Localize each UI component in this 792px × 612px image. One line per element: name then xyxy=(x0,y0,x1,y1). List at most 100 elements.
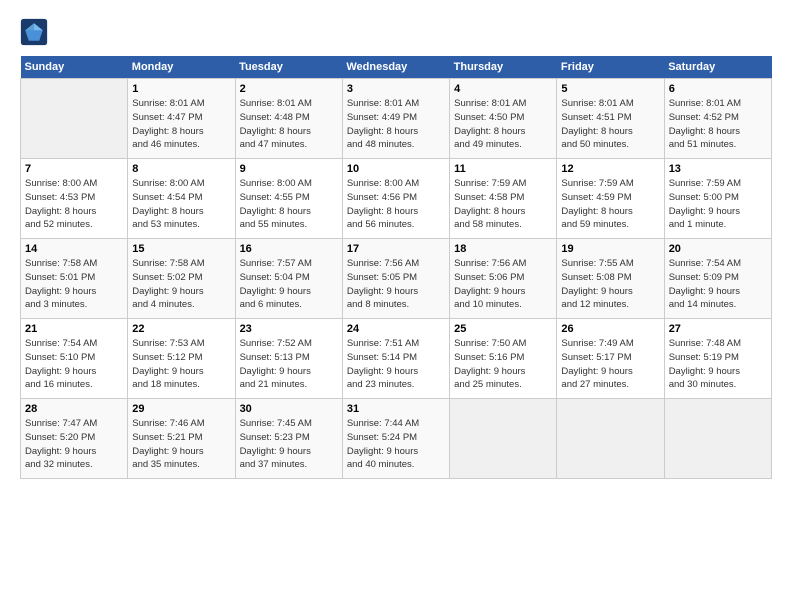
calendar-cell: 4 Sunrise: 8:01 AMSunset: 4:50 PMDaylight… xyxy=(450,79,557,159)
day-info: Sunrise: 8:01 AMSunset: 4:48 PMDaylight:… xyxy=(240,97,338,152)
calendar-cell: 27 Sunrise: 7:48 AMSunset: 5:19 PMDayligh… xyxy=(664,319,771,399)
day-number: 23 xyxy=(240,323,338,335)
day-number: 3 xyxy=(347,83,445,95)
day-number: 5 xyxy=(561,83,659,95)
day-info: Sunrise: 7:47 AMSunset: 5:20 PMDaylight:… xyxy=(25,417,123,472)
day-info: Sunrise: 7:58 AMSunset: 5:01 PMDaylight:… xyxy=(25,257,123,312)
calendar-body: 1 Sunrise: 8:01 AMSunset: 4:47 PMDaylight… xyxy=(21,79,772,479)
day-info: Sunrise: 7:54 AMSunset: 5:09 PMDaylight:… xyxy=(669,257,767,312)
calendar-cell: 28Sunrise: 7:47 AMSunset: 5:20 PMDayligh… xyxy=(21,399,128,479)
day-info: Sunrise: 7:59 AMSunset: 4:59 PMDaylight:… xyxy=(561,177,659,232)
day-info: Sunrise: 7:48 AMSunset: 5:19 PMDaylight:… xyxy=(669,337,767,392)
calendar-cell: 3 Sunrise: 8:01 AMSunset: 4:49 PMDaylight… xyxy=(342,79,449,159)
calendar-cell: 22 Sunrise: 7:53 AMSunset: 5:12 PMDayligh… xyxy=(128,319,235,399)
calendar-cell: 15 Sunrise: 7:58 AMSunset: 5:02 PMDayligh… xyxy=(128,239,235,319)
day-info: Sunrise: 7:50 AMSunset: 5:16 PMDaylight:… xyxy=(454,337,552,392)
day-info: Sunrise: 7:55 AMSunset: 5:08 PMDaylight:… xyxy=(561,257,659,312)
day-info: Sunrise: 8:00 AMSunset: 4:56 PMDaylight:… xyxy=(347,177,445,232)
calendar-week-row: 1 Sunrise: 8:01 AMSunset: 4:47 PMDaylight… xyxy=(21,79,772,159)
calendar-cell: 7Sunrise: 8:00 AMSunset: 4:53 PMDaylight… xyxy=(21,159,128,239)
calendar-cell: 29Sunrise: 7:46 AMSunset: 5:21 PMDayligh… xyxy=(128,399,235,479)
day-info: Sunrise: 7:51 AMSunset: 5:14 PMDaylight:… xyxy=(347,337,445,392)
calendar-cell: 31 Sunrise: 7:44 AMSunset: 5:24 PMDayligh… xyxy=(342,399,449,479)
day-info: Sunrise: 7:54 AMSunset: 5:10 PMDaylight:… xyxy=(25,337,123,392)
header-row: SundayMondayTuesdayWednesdayThursdayFrid… xyxy=(21,56,772,79)
day-info: Sunrise: 8:00 AMSunset: 4:55 PMDaylight:… xyxy=(240,177,338,232)
header xyxy=(20,18,772,46)
day-info: Sunrise: 7:44 AMSunset: 5:24 PMDaylight:… xyxy=(347,417,445,472)
day-info: Sunrise: 8:01 AMSunset: 4:47 PMDaylight:… xyxy=(132,97,230,152)
day-number: 25 xyxy=(454,323,552,335)
day-info: Sunrise: 7:46 AMSunset: 5:21 PMDaylight:… xyxy=(132,417,230,472)
day-info: Sunrise: 7:59 AMSunset: 4:58 PMDaylight:… xyxy=(454,177,552,232)
day-info: Sunrise: 7:56 AMSunset: 5:05 PMDaylight:… xyxy=(347,257,445,312)
day-number: 11 xyxy=(454,163,552,175)
calendar-week-row: 7Sunrise: 8:00 AMSunset: 4:53 PMDaylight… xyxy=(21,159,772,239)
calendar-cell: 14Sunrise: 7:58 AMSunset: 5:01 PMDayligh… xyxy=(21,239,128,319)
calendar-cell xyxy=(664,399,771,479)
calendar-cell xyxy=(21,79,128,159)
day-number: 6 xyxy=(669,83,767,95)
header-day: Tuesday xyxy=(235,56,342,79)
day-number: 18 xyxy=(454,243,552,255)
day-info: Sunrise: 7:45 AMSunset: 5:23 PMDaylight:… xyxy=(240,417,338,472)
day-number: 30 xyxy=(240,403,338,415)
day-number: 1 xyxy=(132,83,230,95)
calendar-cell: 2 Sunrise: 8:01 AMSunset: 4:48 PMDaylight… xyxy=(235,79,342,159)
calendar-cell: 10Sunrise: 8:00 AMSunset: 4:56 PMDayligh… xyxy=(342,159,449,239)
day-info: Sunrise: 7:53 AMSunset: 5:12 PMDaylight:… xyxy=(132,337,230,392)
calendar-cell: 9Sunrise: 8:00 AMSunset: 4:55 PMDaylight… xyxy=(235,159,342,239)
header-day: Sunday xyxy=(21,56,128,79)
calendar-cell: 18 Sunrise: 7:56 AMSunset: 5:06 PMDayligh… xyxy=(450,239,557,319)
day-info: Sunrise: 7:49 AMSunset: 5:17 PMDaylight:… xyxy=(561,337,659,392)
calendar-cell xyxy=(557,399,664,479)
calendar-cell: 12 Sunrise: 7:59 AMSunset: 4:59 PMDayligh… xyxy=(557,159,664,239)
calendar-cell: 19Sunrise: 7:55 AMSunset: 5:08 PMDayligh… xyxy=(557,239,664,319)
day-number: 12 xyxy=(561,163,659,175)
day-info: Sunrise: 7:56 AMSunset: 5:06 PMDaylight:… xyxy=(454,257,552,312)
calendar-cell: 16Sunrise: 7:57 AMSunset: 5:04 PMDayligh… xyxy=(235,239,342,319)
calendar-cell: 21 Sunrise: 7:54 AMSunset: 5:10 PMDayligh… xyxy=(21,319,128,399)
calendar-week-row: 21 Sunrise: 7:54 AMSunset: 5:10 PMDayligh… xyxy=(21,319,772,399)
day-info: Sunrise: 7:58 AMSunset: 5:02 PMDaylight:… xyxy=(132,257,230,312)
day-number: 26 xyxy=(561,323,659,335)
page: SundayMondayTuesdayWednesdayThursdayFrid… xyxy=(0,0,792,612)
day-number: 17 xyxy=(347,243,445,255)
header-day: Friday xyxy=(557,56,664,79)
day-info: Sunrise: 8:01 AMSunset: 4:52 PMDaylight:… xyxy=(669,97,767,152)
day-number: 13 xyxy=(669,163,767,175)
day-number: 22 xyxy=(132,323,230,335)
day-number: 31 xyxy=(347,403,445,415)
calendar-cell: 25 Sunrise: 7:50 AMSunset: 5:16 PMDayligh… xyxy=(450,319,557,399)
day-number: 24 xyxy=(347,323,445,335)
calendar-week-row: 14Sunrise: 7:58 AMSunset: 5:01 PMDayligh… xyxy=(21,239,772,319)
calendar-cell: 1 Sunrise: 8:01 AMSunset: 4:47 PMDaylight… xyxy=(128,79,235,159)
calendar-cell: 23 Sunrise: 7:52 AMSunset: 5:13 PMDayligh… xyxy=(235,319,342,399)
day-info: Sunrise: 8:01 AMSunset: 4:49 PMDaylight:… xyxy=(347,97,445,152)
calendar-cell: 11 Sunrise: 7:59 AMSunset: 4:58 PMDayligh… xyxy=(450,159,557,239)
day-number: 15 xyxy=(132,243,230,255)
header-day: Thursday xyxy=(450,56,557,79)
calendar-cell: 13Sunrise: 7:59 AMSunset: 5:00 PMDayligh… xyxy=(664,159,771,239)
calendar-cell: 8Sunrise: 8:00 AMSunset: 4:54 PMDaylight… xyxy=(128,159,235,239)
header-day: Monday xyxy=(128,56,235,79)
logo-icon xyxy=(20,18,48,46)
day-number: 27 xyxy=(669,323,767,335)
day-info: Sunrise: 7:52 AMSunset: 5:13 PMDaylight:… xyxy=(240,337,338,392)
calendar-cell xyxy=(450,399,557,479)
day-number: 8 xyxy=(132,163,230,175)
calendar-cell: 5 Sunrise: 8:01 AMSunset: 4:51 PMDaylight… xyxy=(557,79,664,159)
calendar-cell: 20Sunrise: 7:54 AMSunset: 5:09 PMDayligh… xyxy=(664,239,771,319)
calendar-cell: 6 Sunrise: 8:01 AMSunset: 4:52 PMDaylight… xyxy=(664,79,771,159)
day-number: 4 xyxy=(454,83,552,95)
day-number: 2 xyxy=(240,83,338,95)
day-info: Sunrise: 8:01 AMSunset: 4:51 PMDaylight:… xyxy=(561,97,659,152)
day-info: Sunrise: 8:00 AMSunset: 4:53 PMDaylight:… xyxy=(25,177,123,232)
day-number: 16 xyxy=(240,243,338,255)
calendar-week-row: 28Sunrise: 7:47 AMSunset: 5:20 PMDayligh… xyxy=(21,399,772,479)
day-info: Sunrise: 8:01 AMSunset: 4:50 PMDaylight:… xyxy=(454,97,552,152)
day-number: 21 xyxy=(25,323,123,335)
calendar-header: SundayMondayTuesdayWednesdayThursdayFrid… xyxy=(21,56,772,79)
calendar-table: SundayMondayTuesdayWednesdayThursdayFrid… xyxy=(20,56,772,479)
header-day: Saturday xyxy=(664,56,771,79)
